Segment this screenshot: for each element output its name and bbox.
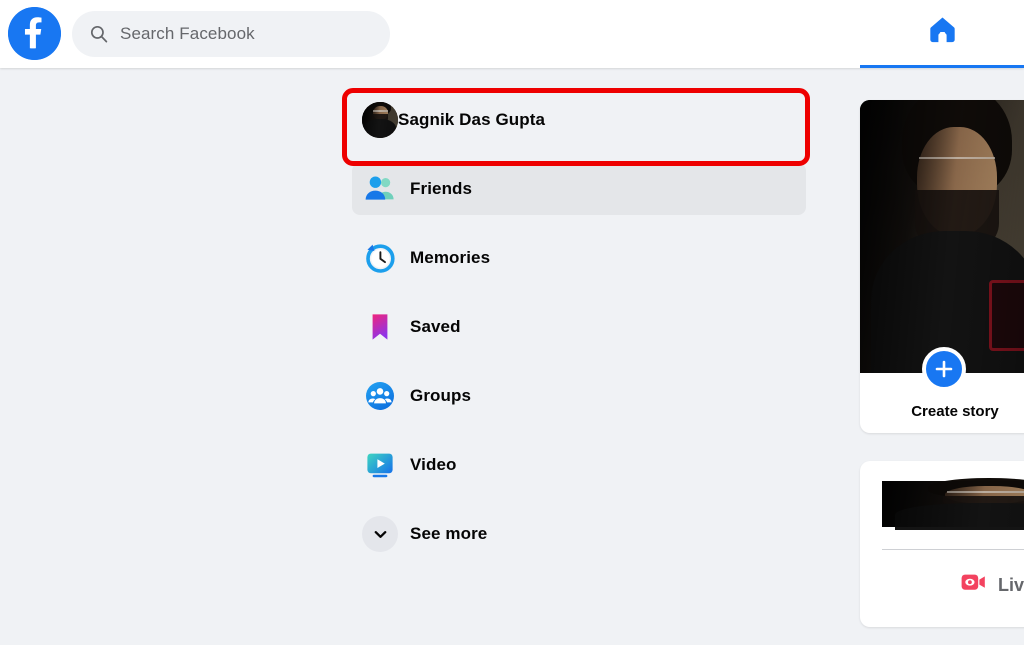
top-header-bar: Search Facebook [0,0,1024,68]
saved-bookmark-icon [362,309,398,345]
sidebar-item-friends[interactable]: Friends [352,163,806,215]
chevron-down-icon [362,516,398,552]
story-photo [860,100,1024,373]
sidebar-item-label: Sagnik Das Gupta [398,110,546,129]
facebook-logo-icon[interactable] [8,7,61,60]
post-composer-card: What's Liv [860,461,1024,627]
friends-icon [362,171,398,207]
facebook-page: Search Facebook Sagnik Das Gupta Friends… [0,0,1024,645]
avatar [362,102,398,138]
sidebar-item-label: Saved [410,317,461,336]
sidebar-item-label: Groups [410,386,472,405]
groups-icon [362,378,398,414]
sidebar-item-video[interactable]: Video [352,439,806,491]
search-placeholder: Search Facebook [120,24,255,43]
video-icon [362,447,398,483]
live-video-icon [960,569,987,601]
create-story-card[interactable]: Create story [860,100,1024,433]
sidebar-item-memories[interactable]: Memories [352,232,806,284]
home-icon [927,14,958,50]
left-sidebar: Sagnik Das Gupta Friends Memories Saved … [0,68,830,645]
search-icon [90,25,108,43]
search-input[interactable]: Search Facebook [72,11,390,57]
sidebar-item-label: Memories [410,248,491,267]
see-more-button[interactable]: See more [352,508,806,560]
sidebar-item-groups[interactable]: Groups [352,370,806,422]
avatar[interactable] [882,478,1024,530]
see-more-label: See more [410,524,488,543]
active-tab-indicator [860,65,1024,68]
plus-icon[interactable] [922,347,966,391]
memories-clock-icon [362,240,398,276]
sidebar-item-label: Video [410,455,457,474]
live-video-label: Liv [998,574,1024,595]
sidebar-item-label: Friends [410,179,473,198]
sidebar-item-saved[interactable]: Saved [352,301,806,353]
nav-tab-home[interactable] [860,0,1024,68]
create-story-label: Create story [911,403,999,420]
live-video-button[interactable]: Liv [960,569,1024,601]
sidebar-item-profile[interactable]: Sagnik Das Gupta [352,94,806,146]
composer-divider [882,549,1024,550]
